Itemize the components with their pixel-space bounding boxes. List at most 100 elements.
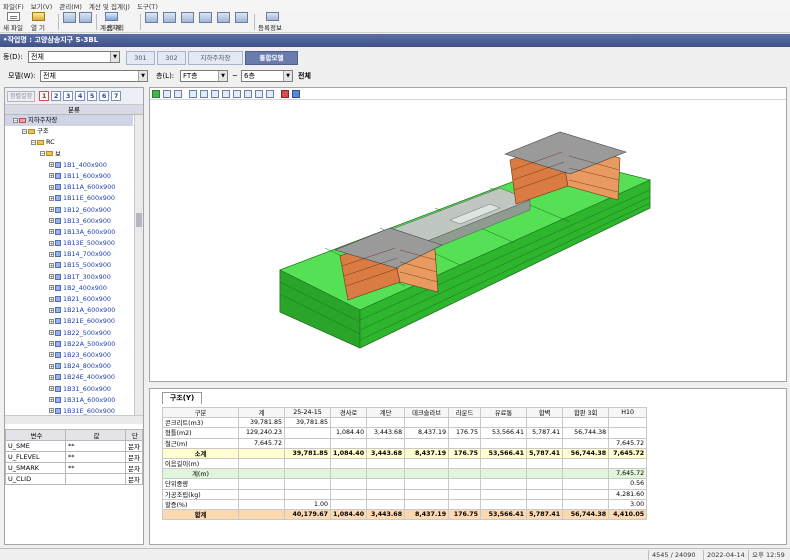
- new-file-button[interactable]: 새 파일: [3, 12, 23, 32]
- tree-item[interactable]: − 구조: [5, 126, 133, 137]
- tree-item[interactable]: +1B15_500x900: [5, 260, 133, 271]
- tree-item[interactable]: +1B1T_300x900: [5, 272, 133, 283]
- expand-icon[interactable]: +: [49, 296, 54, 302]
- register-button[interactable]: 등록정보: [258, 12, 282, 32]
- tree-item[interactable]: +1B21E_600x900: [5, 316, 133, 327]
- sort-settings-button[interactable]: 정렬설정: [7, 90, 36, 102]
- pan-icon[interactable]: [174, 89, 182, 98]
- tab-parking[interactable]: 지하주차장: [188, 51, 243, 65]
- tool-8-button[interactable]: [235, 12, 248, 32]
- quantity-row[interactable]: 단위중량 0.56: [162, 478, 648, 490]
- tree-hscrollbar[interactable]: [5, 415, 143, 424]
- collapse-icon[interactable]: −: [13, 117, 18, 123]
- collapse-icon[interactable]: −: [31, 139, 36, 145]
- level-5-button[interactable]: 5: [87, 91, 98, 101]
- scroll-thumb[interactable]: [136, 213, 142, 227]
- level-7-button[interactable]: 7: [111, 91, 122, 101]
- property-row[interactable]: U_SMARK ** 문자: [5, 462, 143, 474]
- render-icon[interactable]: [152, 89, 160, 98]
- building-select[interactable]: 전체 ▼: [28, 51, 120, 63]
- cube-iso3-icon[interactable]: [266, 89, 274, 98]
- quantity-row[interactable]: 할증(%) 1.00 3.00: [162, 498, 648, 510]
- quantity-row[interactable]: 콘크리트(m3) 39,781.85 39,781.85: [162, 417, 648, 429]
- tree-scrollbar[interactable]: [134, 115, 143, 415]
- expand-icon[interactable]: +: [49, 307, 54, 313]
- tree-item[interactable]: +1B24E_400x900: [5, 372, 133, 383]
- tree-item[interactable]: +1B1_400x900: [5, 160, 133, 171]
- tree-item[interactable]: +1B13_600x900: [5, 216, 133, 227]
- cube-right-icon[interactable]: [222, 89, 230, 98]
- floor-from-select[interactable]: FT층 ▼: [180, 70, 228, 82]
- tab-302[interactable]: 302: [157, 51, 186, 65]
- tree-item[interactable]: +1B23_600x900: [5, 350, 133, 361]
- tool-2-button[interactable]: [79, 12, 92, 32]
- tab-301[interactable]: 301: [126, 51, 155, 65]
- cube-front-icon[interactable]: [189, 89, 197, 98]
- model-select[interactable]: 전체 ▼: [40, 70, 148, 82]
- expand-icon[interactable]: +: [49, 195, 54, 201]
- expand-icon[interactable]: +: [49, 318, 54, 324]
- tree-item[interactable]: − 지하주차장: [5, 115, 133, 127]
- menu-manage[interactable]: 관리(M): [59, 1, 82, 11]
- tab-integrated-model[interactable]: 통합모델: [245, 51, 298, 65]
- tree-item[interactable]: +1B11E_600x900: [5, 193, 133, 204]
- open-button[interactable]: 열 기: [31, 12, 45, 32]
- expand-icon[interactable]: +: [49, 352, 54, 358]
- cube-iso1-icon[interactable]: [244, 89, 252, 98]
- expand-icon[interactable]: +: [49, 374, 54, 380]
- quantity-row[interactable]: 소계 39,781.85 1,084.40 3,443.68 8,437.19 176.7…: [162, 447, 648, 459]
- expand-icon[interactable]: +: [49, 184, 54, 190]
- expand-icon[interactable]: +: [49, 251, 54, 257]
- property-row[interactable]: U_SME ** 문자: [5, 440, 143, 452]
- expand-icon[interactable]: +: [49, 229, 54, 235]
- property-row[interactable]: U_CLID 문자: [5, 473, 143, 485]
- tool-3-button[interactable]: [145, 12, 158, 32]
- layer-icon[interactable]: [281, 89, 289, 98]
- cube-top-icon[interactable]: [233, 89, 241, 98]
- expand-icon[interactable]: +: [49, 386, 54, 391]
- menu-tools[interactable]: 도구(T): [137, 1, 158, 11]
- menu-calc[interactable]: 계산 및 집계(J): [89, 1, 130, 11]
- rotate-icon[interactable]: [163, 89, 171, 98]
- tool-7-button[interactable]: [217, 12, 230, 32]
- expand-icon[interactable]: +: [49, 285, 54, 291]
- tool-4-button[interactable]: [163, 12, 176, 32]
- tool-5-button[interactable]: [181, 12, 194, 32]
- tree-item[interactable]: +1B24_800x900: [5, 361, 133, 372]
- expand-icon[interactable]: +: [49, 397, 54, 403]
- tree-item[interactable]: +1B12_600x900: [5, 205, 133, 216]
- tree-item[interactable]: +1B31_600x900: [5, 384, 133, 395]
- quantity-row[interactable]: 이음길이(m): [162, 457, 648, 470]
- expand-icon[interactable]: +: [49, 262, 54, 268]
- quantity-row[interactable]: 계(m) 7,645.72: [162, 468, 648, 480]
- tree-item[interactable]: +1B11A_600x900: [5, 182, 133, 193]
- tab-structure[interactable]: 구조(Y): [162, 392, 202, 404]
- expand-icon[interactable]: +: [49, 363, 54, 369]
- floor-to-select[interactable]: 6층 ▼: [241, 70, 293, 82]
- tree-item[interactable]: +1B22_500x900: [5, 328, 133, 339]
- model-3d-view[interactable]: [149, 87, 787, 382]
- level-2-button[interactable]: 2: [51, 91, 62, 101]
- collapse-icon[interactable]: −: [22, 128, 27, 134]
- expand-icon[interactable]: +: [49, 162, 54, 168]
- quantity-row[interactable]: 가공조립(kg) 4,281.60: [162, 488, 648, 500]
- menu-file[interactable]: 파일(F): [3, 1, 24, 11]
- cloud-icon[interactable]: [292, 89, 300, 98]
- tree-item[interactable]: +1B21A_600x900: [5, 305, 133, 316]
- tree-item[interactable]: +1B14_700x900: [5, 249, 133, 260]
- level-3-button[interactable]: 3: [63, 91, 74, 101]
- tree-item[interactable]: +1B21_600x900: [5, 294, 133, 305]
- quantity-row[interactable]: 형틀(m2) 129,240.23 1,084.40 3,443.68 8,437.19…: [162, 427, 648, 439]
- collapse-icon[interactable]: −: [40, 151, 45, 157]
- tree-item[interactable]: +1B22A_500x900: [5, 339, 133, 350]
- expand-icon[interactable]: +: [49, 207, 54, 212]
- expand-icon[interactable]: +: [49, 218, 54, 224]
- quantity-row[interactable]: 합계 40,179.67 1,084.40 3,443.68 8,437.19 176.7…: [162, 508, 648, 521]
- expand-icon[interactable]: +: [49, 341, 54, 347]
- tree-item[interactable]: +1B31A_600x900: [5, 395, 133, 406]
- tree-item[interactable]: +1B2_400x900: [5, 283, 133, 294]
- tool-1-button[interactable]: [63, 12, 76, 32]
- expand-icon[interactable]: +: [49, 330, 54, 336]
- tool-6-button[interactable]: [199, 12, 212, 32]
- property-row[interactable]: U_FLEVEL ** 문자: [5, 451, 143, 463]
